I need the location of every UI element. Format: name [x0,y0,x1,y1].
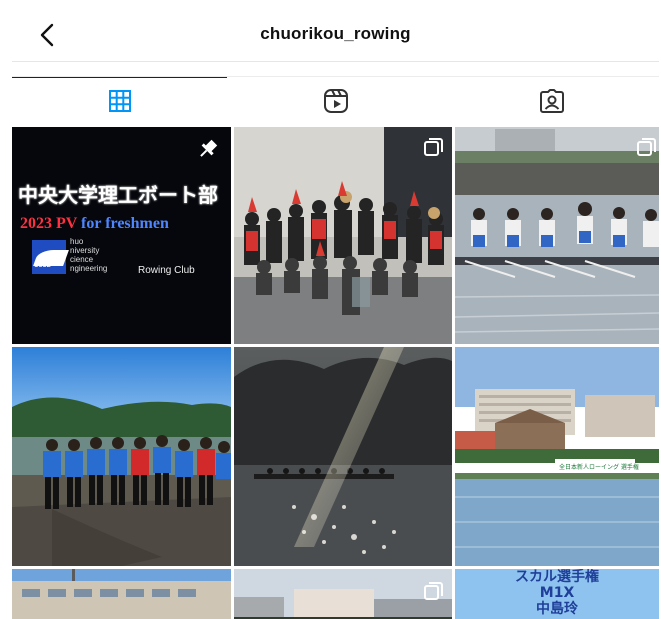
club-name: Rowing Club [138,265,195,276]
post-thumbnail[interactable]: 中央大学理工ボート部 2023 PV for freshmen CUSE huo… [12,127,231,344]
post-thumbnail[interactable]: スカル選手権 M1X 中島玲 [455,569,659,619]
post-thumbnail[interactable] [234,127,452,344]
screen-border [0,0,661,9]
tab-reels[interactable] [228,77,443,125]
thumbnail-line: M1X [539,585,575,601]
tab-posts[interactable] [12,77,227,125]
carousel-icon [637,138,656,156]
post-thumbnail[interactable] [234,347,452,566]
team-photo-image [12,347,231,566]
screen-border [0,9,12,619]
post-thumbnail[interactable] [234,569,452,619]
regatta-venue-image: 全日本新人ローイング 選手権 [455,347,659,566]
cuse-logo-text: CUSE [34,263,51,269]
tab-tagged[interactable] [444,77,659,125]
thumbnail-year: 2023 PV for freshmen [20,215,169,232]
post-thumbnail[interactable]: 全日本新人ローイング 選手権 [455,347,659,566]
thumbnail-line: 中島玲 [536,601,578,617]
tagged-person-icon [539,89,564,113]
lake-sunlight-image [234,347,452,566]
posts-grid: 中央大学理工ボート部 2023 PV for freshmen CUSE huo… [12,127,659,619]
group-photo-image [234,127,452,344]
banner-text: 全日本新人ローイング 選手権 [559,463,639,471]
post-thumbnail[interactable] [12,347,231,566]
boathouse-image [12,569,231,619]
post-thumbnail[interactable] [455,127,659,344]
profile-header: chuorikou_rowing [12,9,659,62]
divider [12,62,659,77]
profile-username: chuorikou_rowing [260,24,411,43]
profile-tabs [12,77,659,125]
reels-icon [323,89,348,113]
thumbnail-title: 中央大学理工ボート部 [18,183,218,207]
grid-icon [108,90,131,112]
carousel-icon [424,138,443,156]
rowing-boat-image [455,127,659,344]
logo-lines: huo niversity cience ngineering [70,237,108,273]
thumbnail-line: スカル選手権 [515,569,599,585]
post-thumbnail[interactable] [12,569,231,619]
carousel-icon [424,582,443,600]
pin-icon [200,139,218,157]
city-view-image [234,569,452,619]
